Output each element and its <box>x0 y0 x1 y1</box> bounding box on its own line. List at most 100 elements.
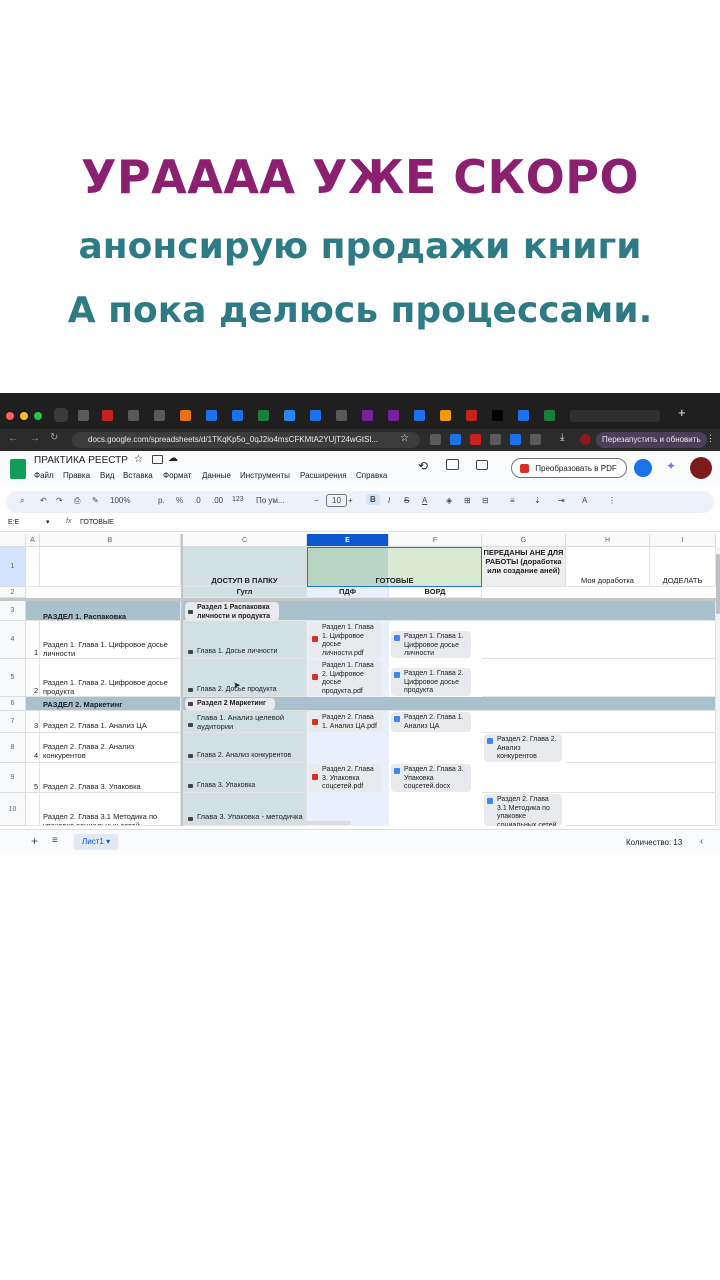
strikethrough-button[interactable]: S <box>404 496 409 505</box>
column-header-f[interactable]: F <box>389 534 482 547</box>
extension-icon[interactable] <box>430 434 441 445</box>
name-box-dropdown-icon[interactable]: ▾ <box>46 518 50 526</box>
cell-a9[interactable]: 5 <box>26 763 40 793</box>
extensions-puzzle-icon[interactable] <box>530 434 541 445</box>
column-header-b[interactable]: B <box>40 534 181 547</box>
cells-g4-i4[interactable] <box>482 621 716 659</box>
cell-b9[interactable]: Раздел 2. Глава 3. Упаковка <box>40 763 181 793</box>
cell-c2[interactable]: Гугл <box>183 587 307 598</box>
vk-tab-icon[interactable] <box>284 410 295 421</box>
font-size-decrease[interactable]: − <box>314 496 319 505</box>
close-window-icon[interactable] <box>6 412 14 420</box>
tab-icon[interactable] <box>466 410 477 421</box>
tab-icon[interactable] <box>336 410 347 421</box>
cells-g5-i5[interactable] <box>482 659 716 697</box>
share-icon[interactable] <box>634 459 652 477</box>
cell-h1[interactable]: Моя доработка <box>566 547 650 587</box>
gemini-icon[interactable]: ✦ <box>666 459 676 473</box>
number-format-button[interactable]: 123 <box>232 496 244 503</box>
column-header-c[interactable]: C <box>183 534 307 547</box>
user-avatar[interactable] <box>690 457 712 479</box>
tab-icon[interactable] <box>388 410 399 421</box>
cell-b10[interactable]: Раздел 2. Глава 3.1 Методика по упаковке… <box>40 793 181 826</box>
file-chip-g10[interactable]: Раздел 2. Глава 3.1 Методика по упаковке… <box>484 794 562 826</box>
more-vert-icon[interactable]: ⋮ <box>706 433 715 444</box>
file-chip-e9[interactable]: Раздел 2. Глава 3. Упаковка соцсетей.pdf <box>309 764 381 792</box>
cell-a8[interactable]: 4 <box>26 733 40 763</box>
row-header-10[interactable]: 10 <box>0 793 26 826</box>
tab-icon[interactable] <box>310 410 321 421</box>
font-size-input[interactable]: 10 <box>326 494 347 507</box>
cells-g7-i7[interactable] <box>482 711 716 733</box>
text-wrap-icon[interactable]: ⇥ <box>558 496 565 505</box>
row-header-5[interactable]: 5 <box>0 659 26 697</box>
url-field[interactable]: docs.google.com/spreadsheets/d/1TKqKp5o_… <box>72 432 420 448</box>
percent-button[interactable]: % <box>176 496 183 505</box>
extension-icon[interactable] <box>450 434 461 445</box>
cell-c9-link[interactable]: Глава 3. Упаковка <box>197 782 255 789</box>
column-header-a[interactable]: A <box>26 534 40 547</box>
cell-e2[interactable]: ПДФ <box>307 587 389 598</box>
column-header-g[interactable]: G <box>482 534 566 547</box>
file-chip-g8[interactable]: Раздел 2. Глава 2. Анализ конкурентов <box>484 734 562 762</box>
status-count[interactable]: Количество: 13 <box>626 838 682 847</box>
cells-h8-i8[interactable] <box>566 733 716 763</box>
cell-a10[interactable] <box>26 793 40 826</box>
tab-search-icon[interactable] <box>54 408 68 422</box>
download-icon[interactable]: ⤓ <box>560 432 564 443</box>
cell-a1[interactable] <box>26 547 40 587</box>
folder-chip-c6[interactable]: Раздел 2 Маркетинг <box>185 698 275 710</box>
tab-icon[interactable] <box>492 410 503 421</box>
tab-icon[interactable] <box>258 410 269 421</box>
collapse-side-panel-icon[interactable]: ‹ <box>700 836 703 847</box>
currency-button[interactable]: р. <box>158 496 165 505</box>
font-select[interactable]: По ум... <box>256 496 285 505</box>
row-header-2[interactable]: 2 <box>0 587 26 598</box>
tab-icon[interactable] <box>544 410 555 421</box>
tab-icon[interactable] <box>362 410 373 421</box>
cells-g9-i9[interactable] <box>482 763 716 793</box>
cell-b7[interactable]: Раздел 2. Глава 1. Анализ ЦА <box>40 711 181 733</box>
extension-icon[interactable] <box>470 434 481 445</box>
cell-a4[interactable]: 1 <box>26 621 40 659</box>
row-header-4[interactable]: 4 <box>0 621 26 659</box>
menu-file[interactable]: Файл <box>34 471 54 480</box>
sheet-tab-list1[interactable]: Лист1 ▾ <box>74 834 119 850</box>
cell-b6[interactable]: РАЗДЕЛ 2. Маркетинг <box>43 700 122 709</box>
back-icon[interactable]: ← <box>8 433 18 444</box>
gmail-tab-icon[interactable] <box>102 410 113 421</box>
plus-icon[interactable]: + <box>678 405 686 420</box>
sheets-logo-icon[interactable] <box>10 459 26 479</box>
fill-color-icon[interactable]: ◈ <box>446 496 452 505</box>
row-header-9[interactable]: 9 <box>0 763 26 793</box>
decrease-decimal-button[interactable]: .0 <box>194 496 201 505</box>
cell-c1[interactable]: ДОСТУП В ПАПКУ <box>183 547 307 587</box>
maximize-window-icon[interactable] <box>34 412 42 420</box>
file-chip-e7[interactable]: Раздел 2. Глава 1. Анализ ЦА.pdf <box>309 712 383 732</box>
document-title[interactable]: ПРАКТИКА РЕЕСТР <box>34 455 128 466</box>
vertical-scroll-thumb[interactable] <box>716 554 720 614</box>
paint-format-icon[interactable]: ✎ <box>92 496 99 505</box>
row-header-7[interactable]: 7 <box>0 711 26 733</box>
column-header-h[interactable]: H <box>566 534 650 547</box>
row-header-1[interactable]: 1 <box>0 547 26 587</box>
reload-icon[interactable]: ↻ <box>50 432 58 443</box>
row-header-6[interactable]: 6 <box>0 697 26 711</box>
file-chip-f9[interactable]: Раздел 2. Глава 3. Упаковка соцсетей.doc… <box>391 764 471 792</box>
meet-icon[interactable] <box>476 460 488 470</box>
merge-cells-icon[interactable]: ⊟ <box>482 496 489 505</box>
tab-icon[interactable] <box>518 410 529 421</box>
star-icon[interactable]: ☆ <box>134 454 143 465</box>
font-size-increase[interactable]: + <box>348 496 353 505</box>
column-header-i[interactable]: I <box>650 534 716 547</box>
formula-input[interactable]: ГОТОВЫЕ <box>80 519 114 526</box>
italic-button[interactable]: I <box>388 496 390 505</box>
all-sheets-icon[interactable]: ≡ <box>52 835 58 846</box>
search-menus-icon[interactable]: ⌕ <box>20 496 24 506</box>
column-header-e[interactable]: E <box>307 534 389 547</box>
align-horizontal-icon[interactable]: ≡ <box>510 496 515 505</box>
tab-icon[interactable] <box>128 410 139 421</box>
align-vertical-icon[interactable]: ⇣ <box>534 496 541 505</box>
tab-icon[interactable] <box>78 410 89 421</box>
file-chip-f5[interactable]: Раздел 1. Глава 2. Цифровое досье продук… <box>391 668 471 696</box>
